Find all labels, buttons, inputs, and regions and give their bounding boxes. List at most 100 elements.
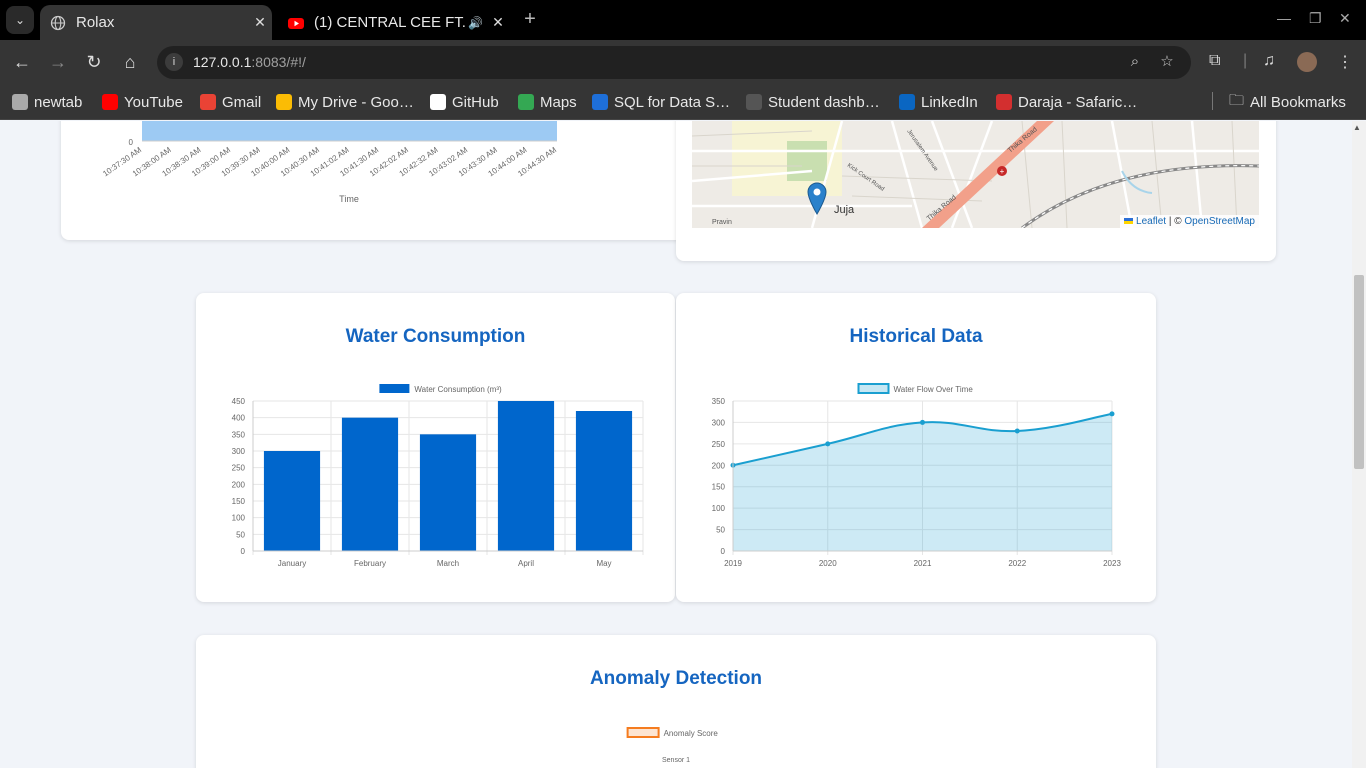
tab-title: Rolax [76,14,115,31]
new-tab-button[interactable]: + [518,8,542,32]
bookmark-maps[interactable]: Maps [518,91,577,113]
menu-dots-icon[interactable]: ⋮ [1337,52,1353,72]
bar[interactable] [263,451,321,551]
restore-icon[interactable]: ❐ [1309,10,1322,27]
leaflet-link[interactable]: Leaflet [1136,216,1166,227]
site-info-icon[interactable]: i [165,53,183,71]
tab-rolax[interactable]: Rolax ✕ [40,5,272,40]
legend-label[interactable]: Anomaly Score [664,729,719,738]
url-text[interactable]: 127.0.0.1:8083/#!/ [193,54,306,70]
y-tick-label: 100 [232,514,246,523]
bookmarks-divider [1212,92,1213,110]
bar[interactable] [341,417,399,551]
drive-icon [276,94,292,110]
category-label: Sensor 1 [662,757,690,764]
x-tick-label: 2019 [724,559,742,568]
forward-icon[interactable]: → [48,52,68,72]
data-point[interactable] [920,419,925,425]
sql-icon [592,94,608,110]
y-tick-label: 0 [241,547,246,556]
back-icon[interactable]: ← [12,52,32,72]
close-icon[interactable]: ✕ [248,14,272,31]
speaker-icon[interactable]: 🔊 [468,16,486,30]
scroll-up-icon[interactable]: ▲ [1353,123,1361,132]
all-bookmarks-button[interactable]: 🗀 All Bookmarks [1229,91,1346,113]
data-point[interactable] [1014,428,1020,434]
bar[interactable] [419,434,477,551]
bar[interactable] [497,401,555,551]
y-tick-label: 200 [712,461,726,470]
y-tick-label: 50 [236,530,245,539]
map-attribution: Leaflet | © OpenStreetMap [1120,215,1259,228]
osm-link[interactable]: OpenStreetMap [1184,216,1255,227]
y-tick-label: 350 [232,430,246,439]
close-window-icon[interactable]: ✕ [1339,10,1351,27]
legend-label[interactable]: Water Consumption (m³) [414,385,502,394]
legend-label[interactable]: Water Flow Over Time [894,385,974,394]
bookmark-youtube[interactable]: YouTube [102,91,183,113]
globe-icon [12,94,28,110]
folder-icon: 🗀 [1229,91,1245,109]
youtube-icon [102,94,118,110]
bookmark-linkedin[interactable]: LinkedIn [899,91,978,113]
avatar[interactable] [1297,52,1317,72]
bookmark-label: Maps [540,93,577,111]
realtime-flow-card: 0 10:37:30 AM 10:38:00 AM 10:38:30 AM 10:39… [61,121,691,240]
tab-strip: ⌄ Rolax ✕ (1) CENTRAL CEE FT. I 🔊 ✕ + — … [0,0,1366,40]
flow-area-fill [142,121,557,141]
legend-swatch[interactable] [626,727,660,738]
minimize-icon[interactable]: — [1277,10,1291,26]
bookmark-daraja[interactable]: Daraja - Safaric… [996,91,1137,113]
y-tick-label: 200 [232,480,246,489]
flag-icon [1124,218,1134,224]
location-map[interactable]: + Juja Pravin Thika Road Thika Road Kick… [692,121,1259,228]
bookmark-label: My Drive - Goo… [298,93,414,111]
x-tick-label: March [437,559,459,568]
media-control-icon[interactable]: ♫ [1263,52,1275,70]
bookmark-label: YouTube [124,93,183,111]
bookmark-globe[interactable]: newtab [12,91,82,113]
bookmark-student[interactable]: Student dashb… [746,91,880,113]
toolbar-divider: | [1243,52,1248,69]
bookmark-sql[interactable]: SQL for Data S… [592,91,730,113]
data-point[interactable] [825,441,831,447]
x-tick-label: 2022 [1008,559,1026,568]
x-tick-label: 2021 [914,559,932,568]
bookmark-gmail[interactable]: Gmail [200,91,261,113]
y-tick-label: 100 [712,504,726,513]
reload-icon[interactable]: ↻ [84,52,104,72]
bookmark-label: Student dashb… [768,93,880,111]
zoom-icon[interactable]: ⌕ [1126,53,1144,71]
bookmark-drive[interactable]: My Drive - Goo… [276,91,414,113]
bookmark-github[interactable]: GitHub [430,91,499,113]
water-consumption-card: Water Consumption Water Consumption (m³)… [196,293,675,602]
water-consumption-chart: Water Consumption (m³) 0 50 100 150 200 250 300… [232,384,644,568]
scrollbar-thumb[interactable] [1354,275,1364,469]
data-point[interactable] [1109,411,1115,417]
linkedin-icon [899,94,915,110]
historical-data-card: Historical Data Water Flow Over Time 0 50 1… [676,293,1156,602]
github-icon [430,94,446,110]
tab-youtube[interactable]: (1) CENTRAL CEE FT. I 🔊 ✕ [278,5,510,40]
home-icon[interactable]: ⌂ [120,52,140,72]
star-icon[interactable]: ☆ [1158,53,1176,71]
close-icon[interactable]: ✕ [486,14,510,31]
bar[interactable] [575,411,633,551]
legend-swatch[interactable] [857,383,890,394]
anomaly-detection-card: Anomaly Detection Anomaly Score Sensor 1 [196,635,1156,768]
map-tiles: + Juja Pravin Thika Road Thika Road Kick… [692,121,1259,228]
bookmark-label: SQL for Data S… [614,93,731,111]
extensions-icon[interactable]: ⧉ [1209,52,1220,70]
x-tick-label: 2023 [1103,559,1121,568]
legend-swatch[interactable] [379,384,410,393]
address-bar[interactable]: i 127.0.0.1:8083/#!/ ⌕ ☆ [157,46,1191,79]
x-tick-label: February [354,559,386,568]
x-tick-label: April [518,559,534,568]
map-street-label: Pravin [712,219,732,226]
y-tick-label: 150 [712,483,726,492]
bookmark-label: LinkedIn [921,93,978,111]
globe-icon [50,15,66,30]
tab-search-button[interactable]: ⌄ [6,6,34,34]
map-pin-icon[interactable] [806,181,828,215]
bookmark-label: Gmail [222,93,262,111]
